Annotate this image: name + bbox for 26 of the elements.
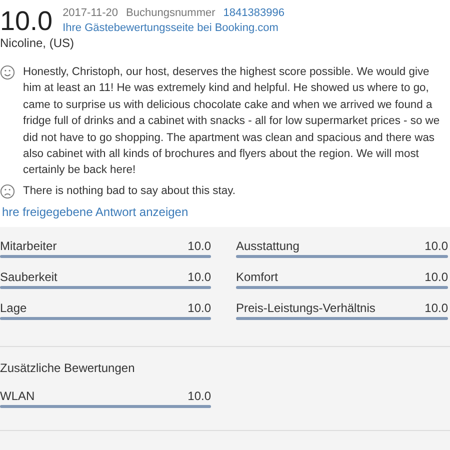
rating-value: 10.0: [424, 301, 448, 316]
rating-value: 10.0: [424, 239, 448, 254]
booking-number-label: Buchungsnummer: [126, 6, 216, 21]
rating-label: WLAN: [0, 389, 35, 404]
review-score: 10.0: [0, 5, 53, 38]
rating-label: Komfort: [236, 270, 278, 284]
rating-label: Preis-Leistungs-Verhältnis: [236, 301, 376, 316]
smiley-icon: [0, 65, 15, 80]
rating-value: 10.0: [188, 239, 211, 254]
rating-value: 10.0: [188, 301, 211, 316]
rating-label: Mitarbeiter: [0, 239, 57, 254]
reviewer-name: Nicoline, (US): [0, 36, 76, 50]
rating-value: 10.0: [424, 270, 448, 284]
response-link[interactable]: hre freigegebene Antwort anzeigen: [2, 205, 450, 220]
rating-label: Ausstattung: [236, 239, 300, 254]
rating-value: 10.0: [188, 270, 211, 284]
review-comment: There is nothing bad to say about this stay.: [23, 184, 236, 199]
booking-number-link[interactable]: 1841383996: [223, 6, 284, 21]
review-comment: Honestly, Christoph, our host, deserves the highest score possible. We would give him at least an 11! He was extremely kind and helpful. He showed us where to go, came to surprise us with delicious chocolate cake and when we arrived we found a fridge full of drinks and a cabinet with snacks - all for low supermarket prices - so we did not have to go shopping. The apartment was clean and spacious and there was also cabinet with all kinds of brochures and flyers about the region. We will most certainly be back here!: [23, 65, 441, 178]
rating-label: Sauberkeit: [0, 270, 58, 284]
rating-value: 10.0: [188, 389, 211, 404]
sad-face-icon: [0, 184, 15, 199]
review-date: 2017-11-20: [62, 6, 118, 21]
guest-page-link[interactable]: Ihre Gästebewertungsseite bei Booking.com: [62, 21, 284, 36]
rating-label: Lage: [0, 301, 27, 316]
section-title: Zusätzliche Bewertungen: [0, 361, 136, 376]
